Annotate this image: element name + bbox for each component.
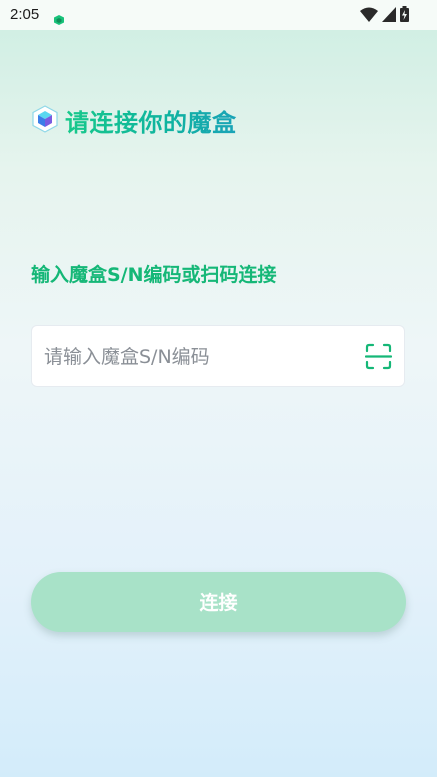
page-title: 请连接你的魔盒 <box>65 103 237 138</box>
status-time: 2:05 <box>10 6 40 23</box>
battery-charging-icon <box>400 6 409 26</box>
cellular-signal-icon <box>382 6 396 26</box>
connect-button[interactable]: 连接 <box>31 572 406 632</box>
title-row: 请连接你的魔盒 <box>31 103 237 138</box>
sn-input-box <box>31 325 405 388</box>
scan-icon[interactable] <box>364 343 393 370</box>
status-icons <box>360 6 409 26</box>
wifi-icon <box>360 7 378 26</box>
sn-input[interactable] <box>42 326 356 388</box>
cube-icon <box>31 104 59 137</box>
input-label: 输入魔盒S/N编码或扫码连接 <box>31 264 277 286</box>
app-notification-icon <box>54 10 64 29</box>
status-bar: 2:05 <box>0 0 437 30</box>
